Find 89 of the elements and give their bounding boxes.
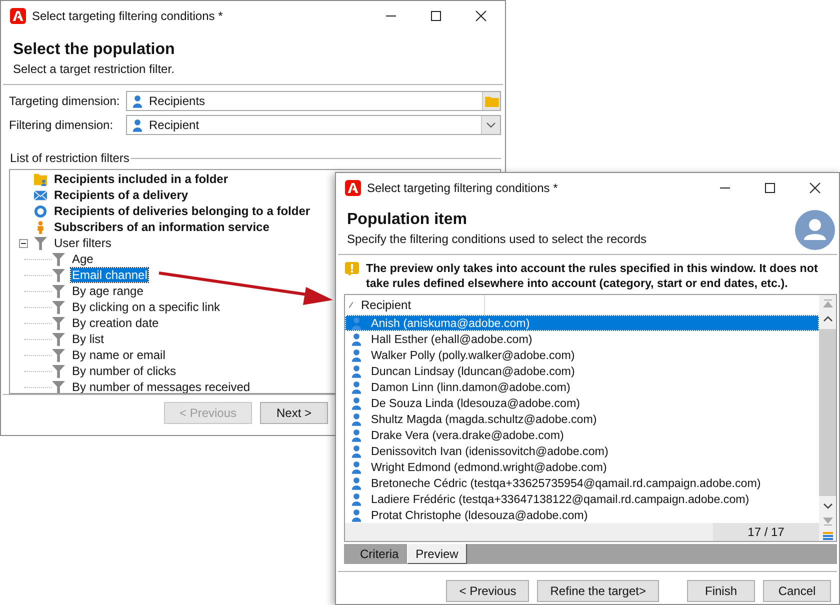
funnel-icon xyxy=(52,316,65,330)
cancel-button[interactable]: Cancel xyxy=(763,580,831,602)
close-icon[interactable] xyxy=(809,182,821,194)
list-row[interactable]: Anish (aniskuma@adobe.com) xyxy=(345,315,819,331)
next-button[interactable]: Next > xyxy=(260,402,328,424)
section-label: List of restriction filters xyxy=(10,151,130,165)
tab[interactable]: Preview xyxy=(406,544,468,564)
field-label: Targeting dimension: xyxy=(9,94,121,108)
refine-button[interactable]: Refine the target> xyxy=(537,580,659,602)
list-row[interactable]: Bretoneche Cédric (testqa+33625735954@qamail.rd.campaign.adobe.com) xyxy=(345,475,819,491)
page-subtitle: Select a target restriction filter. xyxy=(13,61,176,78)
tab[interactable]: Criteria xyxy=(352,544,407,564)
tree-item[interactable]: By clicking on a specific link xyxy=(71,300,222,314)
funnel-icon xyxy=(52,380,65,393)
person-icon xyxy=(132,94,143,108)
person-icon xyxy=(351,364,362,378)
scroll-down-icon[interactable] xyxy=(822,501,832,511)
person-icon xyxy=(351,412,362,426)
record-count: 17 / 17 xyxy=(713,523,819,541)
scroll-up-icon[interactable] xyxy=(822,314,832,324)
tree-item[interactable]: Age xyxy=(71,252,94,266)
person-icon xyxy=(351,332,362,346)
folder-person-icon xyxy=(34,172,47,186)
funnel-icon xyxy=(52,364,65,378)
list-row[interactable]: Damon Linn (linn.damon@adobe.com) xyxy=(345,379,819,395)
person-icon xyxy=(351,316,362,330)
list-row[interactable]: Duncan Lindsay (lduncan@adobe.com) xyxy=(345,363,819,379)
funnel-icon xyxy=(52,252,65,266)
list-row[interactable]: Wright Edmond (edmond.wright@adobe.com) xyxy=(345,459,819,475)
field-label: Filtering dimension: xyxy=(9,118,114,132)
funnel-icon xyxy=(52,284,65,298)
ring-icon xyxy=(34,204,47,218)
folder-icon xyxy=(484,95,498,107)
close-icon[interactable] xyxy=(475,10,487,22)
person-icon xyxy=(351,428,362,442)
maximize-icon[interactable] xyxy=(764,182,776,194)
list-row[interactable]: Drake Vera (vera.drake@adobe.com) xyxy=(345,427,819,443)
funnel-icon xyxy=(52,300,65,314)
list-row[interactable]: Protat Christophe (ldesouza@adobe.com) xyxy=(345,507,819,523)
page-subtitle: Specify the filtering conditions used to select the records xyxy=(347,231,646,248)
sort-icon xyxy=(349,302,353,308)
funnel-icon xyxy=(52,268,65,282)
window-title: Select targeting filtering conditions * xyxy=(367,181,558,195)
finish-button[interactable]: Finish xyxy=(687,580,755,602)
window-title: Select targeting filtering conditions * xyxy=(32,9,223,23)
person-icon xyxy=(351,348,362,362)
funnel-icon xyxy=(52,332,65,346)
list-row[interactable]: Hall Esther (ehall@adobe.com) xyxy=(345,331,819,347)
menu-icon[interactable] xyxy=(822,531,832,541)
person-icon xyxy=(351,460,362,474)
maximize-icon[interactable] xyxy=(430,10,442,22)
funnel-icon xyxy=(52,348,65,362)
tree-item[interactable]: By number of clicks xyxy=(71,364,178,378)
tree-item[interactable]: Recipients of a delivery xyxy=(53,188,190,202)
list-row[interactable]: Ladiere Frédéric (testqa+33647138122@qamail.rd.campaign.adobe.com) xyxy=(345,491,819,507)
app-logo-icon xyxy=(345,180,361,196)
page-title: Select the population xyxy=(13,40,176,60)
tree-item[interactable]: By creation date xyxy=(71,316,160,330)
scrollbar[interactable] xyxy=(819,295,836,541)
tree-item[interactable]: By name or email xyxy=(71,348,166,362)
collapse-icon[interactable] xyxy=(18,238,28,248)
person-icon xyxy=(351,508,362,522)
person-icon xyxy=(351,396,362,410)
person-icon xyxy=(351,380,362,394)
list-row[interactable]: Walker Polly (polly.walker@adobe.com) xyxy=(345,347,819,363)
list-row[interactable]: Denissovitch Ivan (idenissovitch@adobe.com) xyxy=(345,443,819,459)
person-icon xyxy=(132,118,143,132)
envelope-icon xyxy=(34,188,47,202)
app-logo-icon xyxy=(10,8,26,24)
tree-item[interactable]: Email channel xyxy=(71,268,148,282)
previous-button[interactable]: < Previous xyxy=(446,580,530,602)
filtering-dimension-dropdown[interactable]: Recipient xyxy=(126,115,501,135)
person-icon xyxy=(351,444,362,458)
funnel-icon xyxy=(34,236,47,250)
person-icon xyxy=(351,476,362,490)
list-row[interactable]: De Souza Linda (ldesouza@adobe.com) xyxy=(345,395,819,411)
tree-item[interactable]: Recipients of deliveries belonging to a folder xyxy=(53,204,312,218)
list-row[interactable]: Shultz Magda (magda.schultz@adobe.com) xyxy=(345,411,819,427)
tree-item[interactable]: By list xyxy=(71,332,106,346)
page-title: Population item xyxy=(347,210,468,230)
warning-icon xyxy=(345,262,359,276)
targeting-dimension-field[interactable]: Recipients xyxy=(126,91,501,111)
chevron-down-icon[interactable] xyxy=(486,122,496,128)
person-icon xyxy=(351,492,362,506)
tree-item[interactable]: User filters xyxy=(53,236,112,250)
tree-item[interactable]: By age range xyxy=(71,284,144,298)
tree-item[interactable]: Subscribers of an information service xyxy=(53,220,270,234)
tree-item[interactable]: Recipients included in a folder xyxy=(53,172,230,186)
warning-message: The preview only takes into account the rules specified in this window. It does not take rules defined elsewhere into account (category, start or end dates, etc.). xyxy=(366,261,819,291)
